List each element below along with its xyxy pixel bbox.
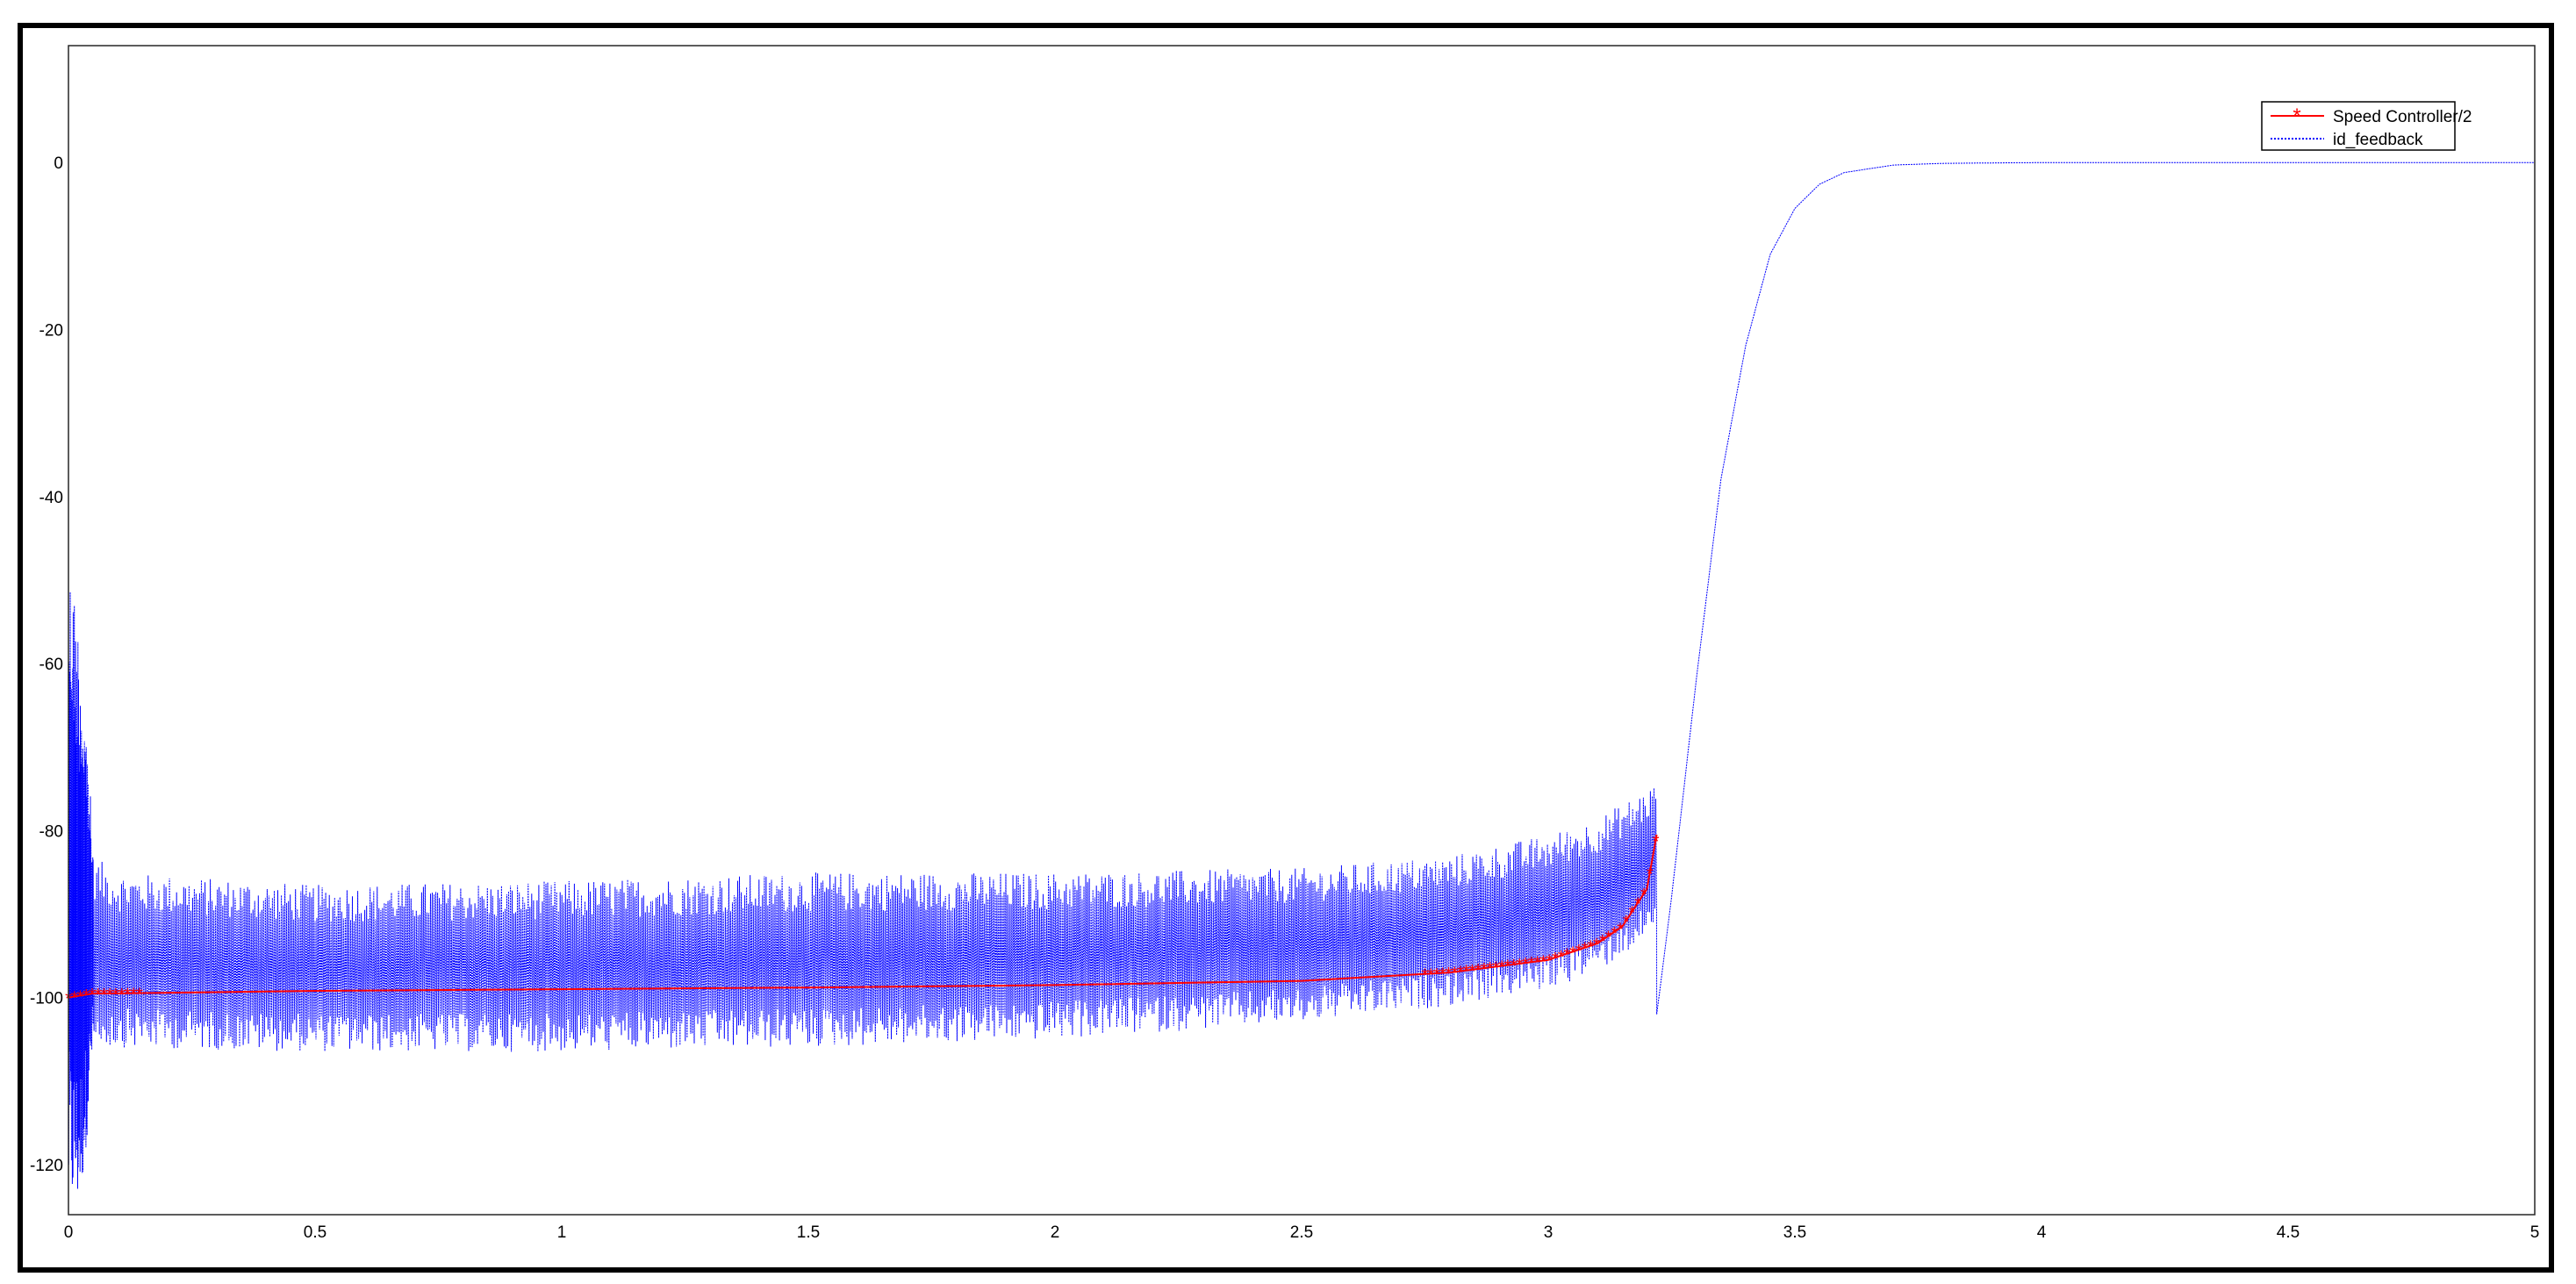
x-tick-label: 1 bbox=[557, 1223, 567, 1242]
x-tick-label: 2.5 bbox=[1290, 1223, 1313, 1242]
y-tick-label: -20 bbox=[39, 321, 63, 340]
x-tick-label: 0.5 bbox=[304, 1223, 326, 1242]
y-tick-label: -120 bbox=[30, 1157, 63, 1175]
legend-label-speed-controller: Speed Controller/2 bbox=[2333, 108, 2472, 126]
x-tick-label: 3.5 bbox=[1783, 1223, 1806, 1242]
series-marker-speed-controller: * bbox=[1653, 832, 1660, 851]
plot-frame: * * * * * * * * * * * * * * * * * * * * * * * * * * * * * * * * * * * * * * * *… bbox=[18, 23, 2554, 1273]
series-marker-speed-controller: * bbox=[136, 986, 143, 1005]
plot-area bbox=[68, 46, 2535, 1215]
y-tick-label: -80 bbox=[39, 822, 63, 841]
y-tick-label: -40 bbox=[39, 489, 63, 507]
series-marker-speed-controller: * bbox=[1647, 864, 1654, 884]
legend-marker-asterisk-icon: * bbox=[2293, 104, 2300, 128]
x-tick-label: 5 bbox=[2530, 1223, 2540, 1242]
line-chart: ****************************************… bbox=[30, 45, 2540, 1242]
y-tick-label: -100 bbox=[30, 990, 63, 1008]
x-tick-label: 4.5 bbox=[2277, 1223, 2300, 1242]
x-tick-label: 2 bbox=[1051, 1223, 1060, 1242]
legend: * Speed Controller/2 id_feedback bbox=[2261, 101, 2472, 151]
legend-label-id-feedback: id_feedback bbox=[2333, 131, 2423, 149]
x-tick-label: 1.5 bbox=[797, 1223, 820, 1242]
y-tick-label: -60 bbox=[39, 656, 63, 674]
y-tick-label: 0 bbox=[54, 154, 63, 173]
x-tick-label: 4 bbox=[2037, 1223, 2047, 1242]
x-tick-label: 0 bbox=[64, 1223, 74, 1242]
series-marker-speed-controller: * bbox=[1640, 886, 1647, 905]
x-tick-label: 3 bbox=[1544, 1223, 1553, 1242]
axes-box bbox=[68, 46, 2535, 1215]
